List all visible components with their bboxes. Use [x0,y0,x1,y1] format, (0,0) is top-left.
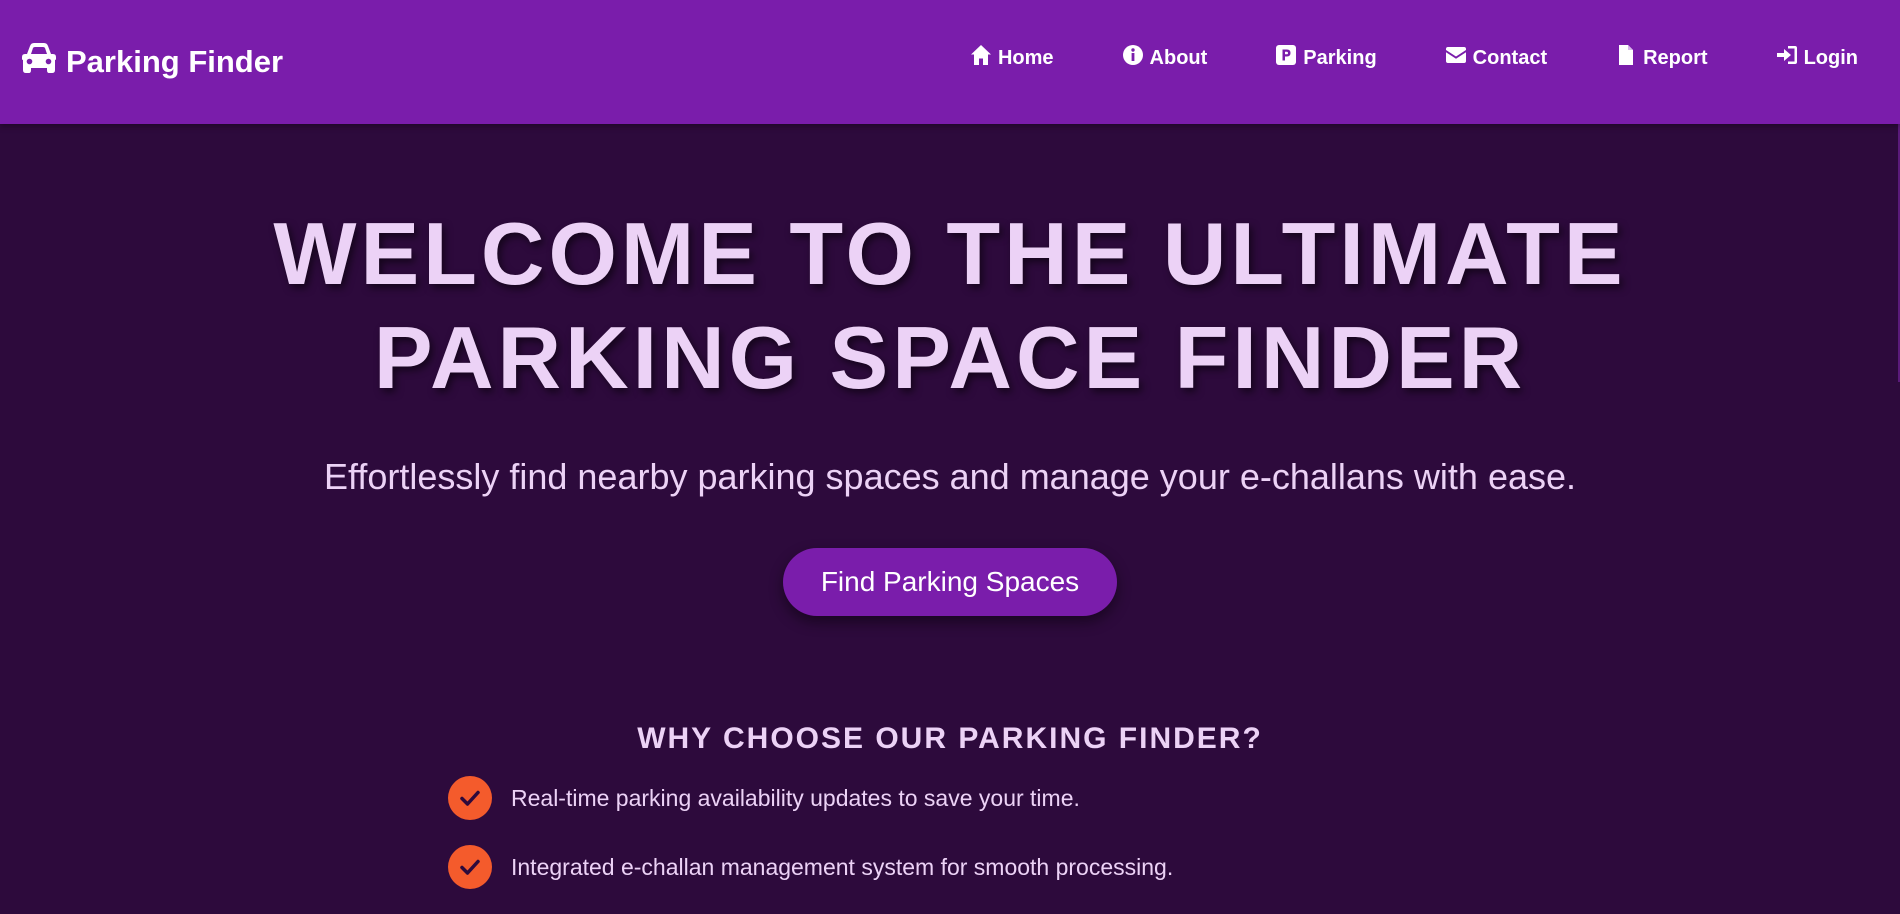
brand-label: Parking Finder [66,44,284,79]
brand-link[interactable]: Parking Finder [22,40,283,84]
nav-report-label: Report [1643,46,1708,69]
feature-list: Real-time parking availability updates t… [448,776,1900,889]
list-item: Integrated e-challan management system f… [448,845,1900,889]
check-icon [448,845,492,889]
home-icon [970,44,998,72]
nav-about-label: About [1149,46,1208,69]
features-section: WHY CHOOSE OUR PARKING FINDER? Real-time… [0,722,1900,914]
envelope-icon [1445,44,1473,72]
navbar: Parking Finder Home About Parking Contac… [0,0,1900,124]
nav-parking[interactable]: Parking [1275,44,1377,72]
nav-home-label: Home [997,46,1054,69]
nav-about[interactable]: About [1122,44,1208,72]
hero-title: WELCOME TO THE ULTIMATE PARKING SPACE FI… [273,204,1627,407]
info-icon [1122,44,1150,72]
check-icon [448,776,492,820]
feature-text: Real-time parking availability updates t… [511,784,1080,811]
list-item: Real-time parking availability updates t… [448,776,1900,820]
parking-icon [1275,44,1303,72]
feature-text: Integrated e-challan management system f… [511,853,1174,880]
nav-login-label: Login [1803,46,1858,69]
hero-subtitle: Effortlessly find nearby parking spaces … [323,456,1577,497]
nav-login[interactable]: Login [1776,44,1858,72]
nav-home[interactable]: Home [970,44,1054,72]
features-title: WHY CHOOSE OUR PARKING FINDER? [637,722,1263,755]
nav-report[interactable]: Report [1615,44,1708,72]
file-icon [1615,44,1643,72]
nav-parking-label: Parking [1303,46,1377,69]
nav-links: Home About Parking Contact Report Login [970,44,1858,72]
car-icon [22,43,66,81]
nav-contact[interactable]: Contact [1445,44,1547,72]
sign-in-icon [1776,44,1804,72]
hero-section: WELCOME TO THE ULTIMATE PARKING SPACE FI… [0,124,1900,616]
nav-contact-label: Contact [1472,46,1548,69]
find-parking-button[interactable]: Find Parking Spaces [783,548,1117,616]
